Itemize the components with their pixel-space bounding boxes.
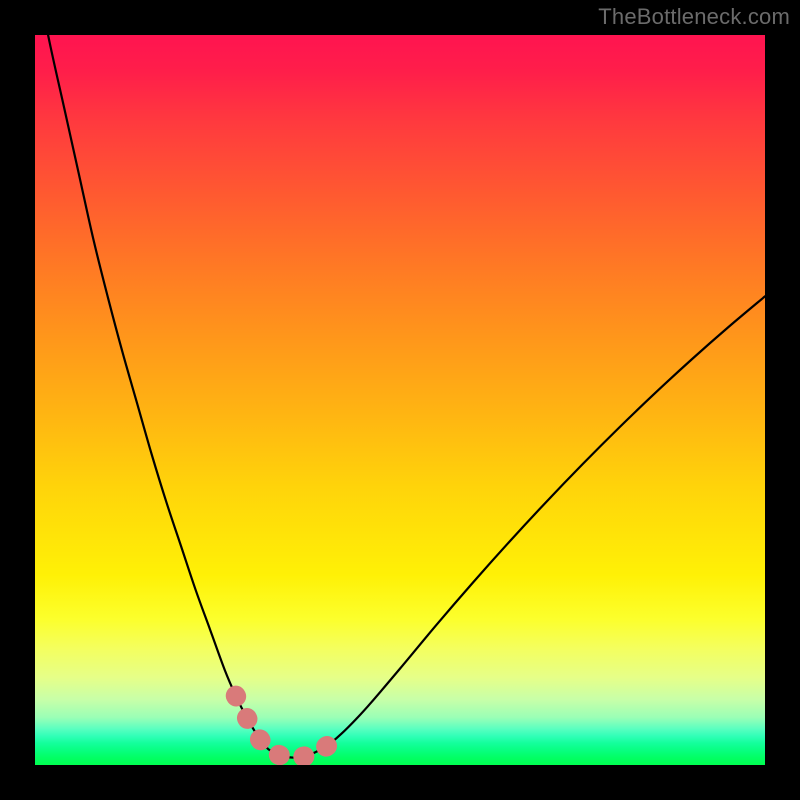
plot-area: [35, 35, 765, 765]
curve-svg: [35, 35, 765, 765]
bottleneck-curve: [35, 35, 765, 758]
optimal-zone-overlay: [236, 696, 342, 758]
watermark-text: TheBottleneck.com: [598, 4, 790, 30]
chart-frame: TheBottleneck.com: [0, 0, 800, 800]
